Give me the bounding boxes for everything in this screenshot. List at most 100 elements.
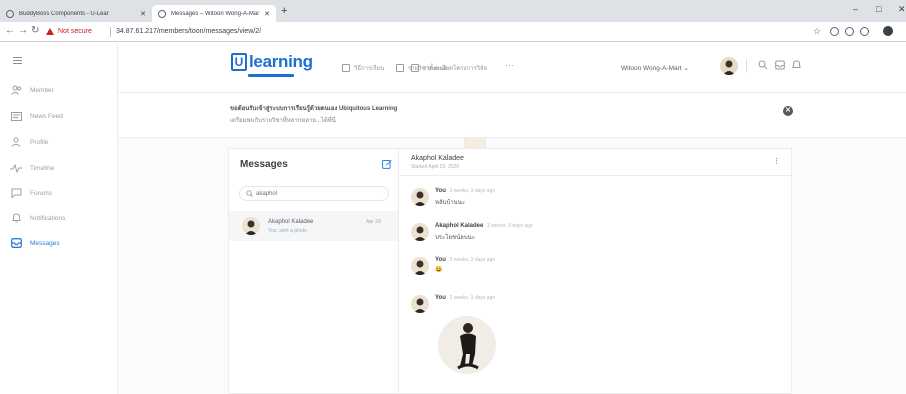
not-secure-indicator[interactable]: Not secure — [46, 28, 92, 35]
search-value: akaphol — [256, 190, 278, 197]
site-header: U learning วิธีการเรียน รายวิชาทั้งหมด ร… — [118, 43, 906, 93]
browser-tab-strip: BuddyBoss Components - U-Lear ✕ Messages… — [0, 0, 906, 22]
globe-icon — [6, 9, 14, 18]
browser-tab-messages[interactable]: Messages – Witoon Wong-A-Mar ✕ — [152, 5, 276, 22]
message-sender[interactable]: You — [435, 295, 446, 301]
sidebar-item-label: Notifications — [30, 214, 66, 222]
chevron-down-icon: ⌄ — [683, 65, 689, 72]
user-avatar[interactable] — [720, 57, 738, 75]
user-menu[interactable]: Witoon Wong-A-Mart ⌄ — [621, 64, 689, 72]
conversation-started: Started April 29, 2020 — [411, 164, 460, 170]
avatar — [242, 217, 260, 235]
sidebar-item-label: Forums — [30, 189, 53, 197]
message-meta: You 3 weeks, 3 days ago — [435, 188, 495, 194]
forums-icon — [9, 188, 23, 198]
avatar — [411, 223, 429, 241]
logo-underline — [248, 74, 294, 77]
avatar — [411, 257, 429, 275]
nav-link-how-to-learn[interactable]: วิธีการเรียน — [342, 63, 384, 73]
search-icon — [246, 190, 253, 199]
compose-message-icon[interactable] — [382, 159, 392, 171]
bell-icon — [9, 213, 23, 223]
inbox-icon — [9, 238, 23, 248]
message-time: 3 weeks, 3 days ago — [449, 295, 496, 301]
sidebar-item-label: Member — [30, 86, 54, 94]
conversation-header: Akaphol Kaladee Started April 29, 2020 ⋮ — [399, 149, 792, 176]
close-tab-icon[interactable]: ✕ — [264, 10, 270, 18]
inbox-icon[interactable] — [775, 60, 785, 72]
sidebar-item-timeline[interactable]: Timeline — [9, 163, 54, 173]
bookmark-star-icon[interactable]: ☆ — [813, 26, 821, 37]
warning-icon — [46, 28, 54, 35]
sidebar-item-profile[interactable]: Profile — [9, 137, 48, 147]
minimize-button[interactable]: – — [853, 4, 858, 14]
globe-icon — [158, 9, 166, 18]
tab-title: Messages – Witoon Wong-A-Mar — [171, 10, 260, 17]
close-window-button[interactable]: ✕ — [898, 4, 906, 15]
menu-toggle-icon[interactable] — [13, 57, 22, 66]
not-secure-label: Not secure — [58, 28, 92, 35]
logo-mark: U — [231, 53, 247, 71]
messages-panel: Messages akaphol Akaphol Kaladee You: se… — [228, 148, 792, 394]
message-sender[interactable]: You — [435, 257, 446, 263]
more-menu-icon[interactable]: ··· — [505, 60, 514, 70]
extension-icon[interactable] — [845, 27, 854, 36]
url-field[interactable]: 34.87.61.217/members/toon/messages/view/… — [116, 28, 261, 35]
message-photo-attachment[interactable] — [438, 316, 496, 374]
page: Member News Feed Profile Timeline Forums — [0, 43, 906, 394]
message-text: หลับบ้านนะ — [435, 200, 466, 206]
bell-icon[interactable] — [792, 60, 801, 72]
timeline-icon — [9, 163, 23, 173]
sidebar-item-news-feed[interactable]: News Feed — [9, 111, 63, 121]
extension-icon[interactable] — [860, 27, 869, 36]
sidebar-item-notifications[interactable]: Notifications — [9, 213, 65, 223]
search-messages-input[interactable]: akaphol — [239, 186, 389, 201]
thread-list-column: Messages akaphol Akaphol Kaladee You: se… — [229, 149, 399, 394]
address-bar: ← → ↻ Not secure 34.87.61.217/members/to… — [0, 22, 906, 42]
sidebar: Member News Feed Profile Timeline Forums — [0, 43, 118, 394]
header-divider — [746, 59, 747, 73]
sidebar-item-member[interactable]: Member — [9, 85, 54, 95]
close-tab-icon[interactable]: ✕ — [140, 10, 146, 18]
search-icon[interactable] — [758, 60, 768, 72]
site-logo[interactable]: U learning — [231, 52, 313, 72]
document-icon — [411, 64, 419, 72]
conversation-options-icon[interactable]: ⋮ — [773, 157, 780, 165]
sidebar-item-forums[interactable]: Forums — [9, 188, 52, 198]
message-meta: You 3 weeks, 3 days ago — [435, 257, 495, 263]
banner-title: ขอต้อนรับเข้าสู่ระบบการเรียนรู้ด้วยตนเอง… — [230, 106, 398, 112]
message-text: ประโยชน์ลบนะ — [435, 235, 475, 241]
thread-preview: You: sent a photo — [268, 228, 307, 234]
members-icon — [9, 85, 23, 95]
sidebar-item-label: Messages — [30, 239, 60, 247]
extension-icon[interactable] — [830, 27, 839, 36]
close-banner-button[interactable]: ✕ — [783, 106, 793, 116]
nav-link-research-project[interactable]: รายละเอียดโครงการวิจัย — [411, 63, 487, 73]
browser-tab-buddyboss[interactable]: BuddyBoss Components - U-Lear ✕ — [0, 5, 152, 22]
message-emoji: 😀 — [435, 267, 443, 273]
profile-icon — [9, 137, 23, 147]
document-icon — [342, 64, 350, 72]
message-sender[interactable]: Akaphol Kaladee — [435, 223, 483, 229]
new-tab-button[interactable]: + — [281, 5, 287, 17]
conversation-title[interactable]: Akaphol Kaladee — [411, 155, 464, 162]
message-meta: You 3 weeks, 3 days ago — [435, 295, 495, 301]
sidebar-item-messages[interactable]: Messages — [9, 238, 60, 248]
banner-subtitle: เตรียมพบกับรายวิชาที่หลากหลาย...ได้ที่นี… — [230, 118, 336, 124]
reload-icon[interactable]: ↻ — [31, 25, 39, 36]
message-time: 3 weeks, 3 days ago — [449, 257, 496, 263]
welcome-banner: ขอต้อนรับเข้าสู่ระบบการเรียนรู้ด้วยตนเอง… — [118, 93, 906, 138]
news-feed-icon — [9, 111, 23, 121]
message-meta: Akaphol Kaladee 3 weeks, 3 days ago — [435, 223, 533, 229]
nav-link-label: รายละเอียดโครงการวิจัย — [423, 66, 488, 72]
thread-item[interactable]: Akaphol Kaladee You: sent a photo Apr 29 — [229, 211, 398, 241]
message-sender[interactable]: You — [435, 188, 446, 194]
nav-link-label: วิธีการเรียน — [354, 66, 385, 72]
forward-icon[interactable]: → — [18, 25, 28, 36]
maximize-button[interactable]: □ — [876, 4, 881, 14]
back-icon[interactable]: ← — [5, 25, 15, 36]
sidebar-item-label: Profile — [30, 138, 49, 146]
browser-profile-icon[interactable] — [883, 26, 893, 36]
sidebar-item-label: Timeline — [30, 164, 55, 172]
address-divider — [110, 27, 111, 37]
